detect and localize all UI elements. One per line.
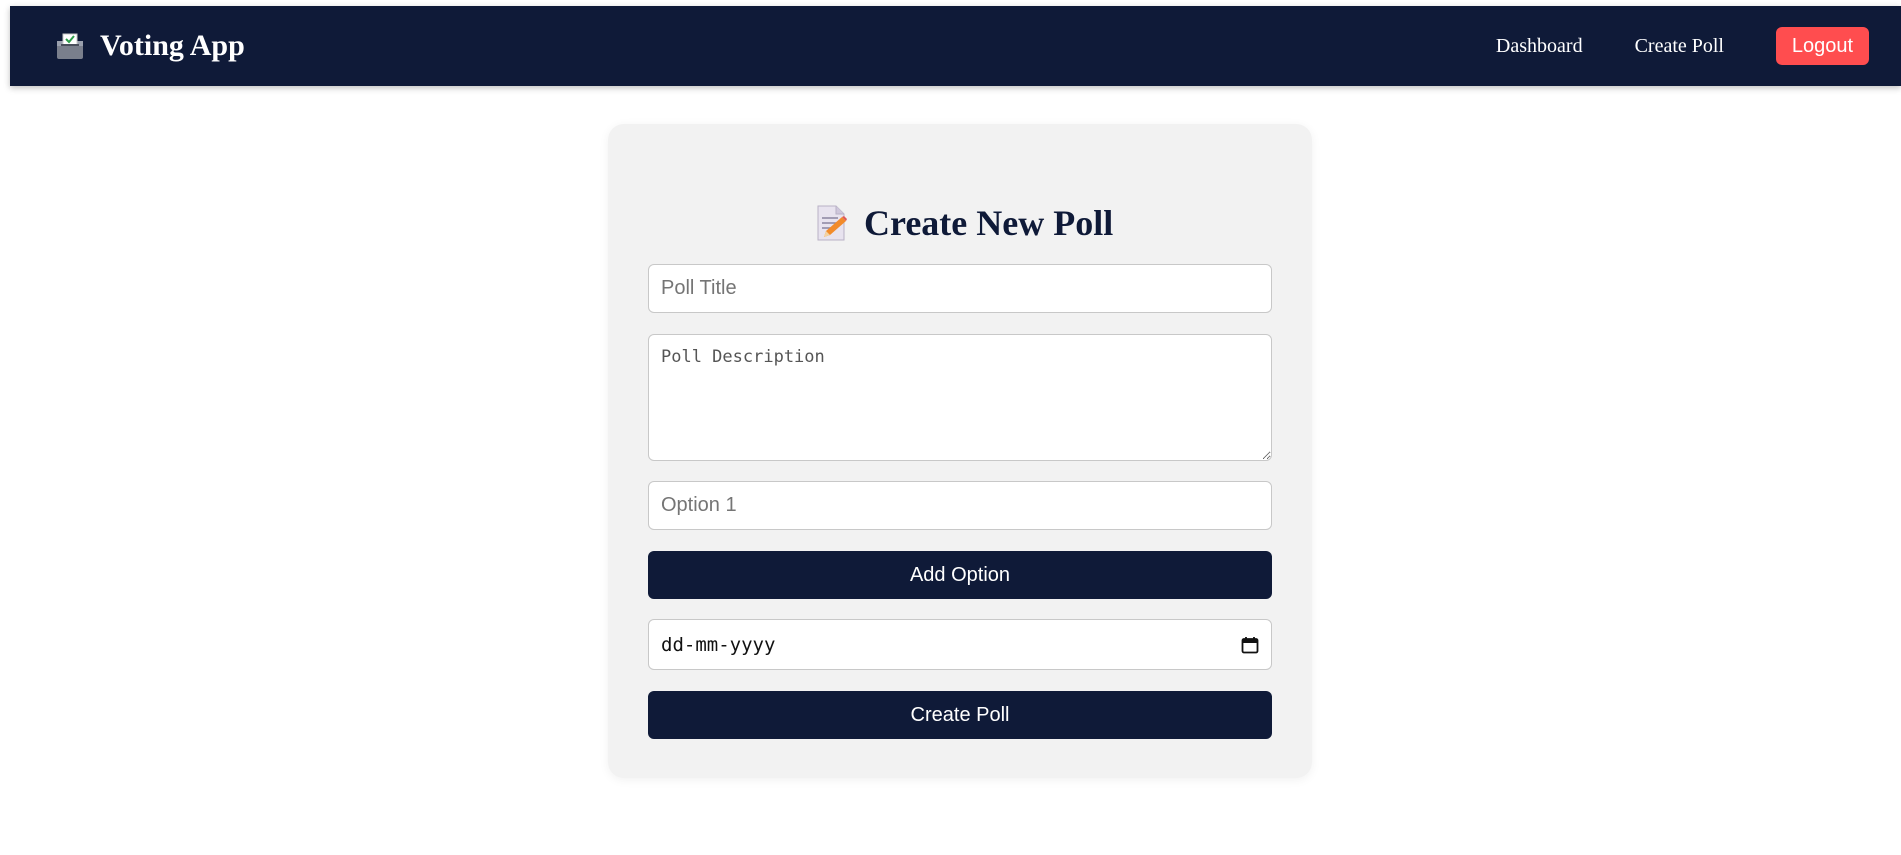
option-1-input[interactable]	[648, 481, 1272, 530]
page-title: Create New Poll	[864, 203, 1114, 243]
date-placeholder: dd-mm-yyyy	[661, 633, 776, 656]
brand-title: Voting App	[100, 29, 245, 62]
nav-link-dashboard[interactable]: Dashboard	[1496, 35, 1583, 58]
logout-button[interactable]: Logout	[1776, 27, 1869, 65]
top-navbar: Voting App Dashboard Create Poll Logout	[10, 6, 1901, 86]
calendar-icon[interactable]	[1241, 636, 1259, 654]
memo-pencil-icon	[814, 204, 848, 242]
brand[interactable]: Voting App	[55, 6, 245, 86]
poll-title-input[interactable]	[648, 264, 1272, 313]
create-poll-button[interactable]: Create Poll	[648, 691, 1272, 739]
add-option-button[interactable]: Add Option	[648, 551, 1272, 599]
poll-description-textarea[interactable]	[648, 334, 1272, 461]
end-date-input[interactable]: dd-mm-yyyy	[648, 619, 1272, 670]
nav-links: Dashboard Create Poll Logout	[1496, 6, 1869, 86]
form-heading: Create New Poll	[814, 200, 1113, 246]
nav-link-create-poll[interactable]: Create Poll	[1635, 35, 1724, 58]
ballot-box-icon	[55, 31, 85, 61]
